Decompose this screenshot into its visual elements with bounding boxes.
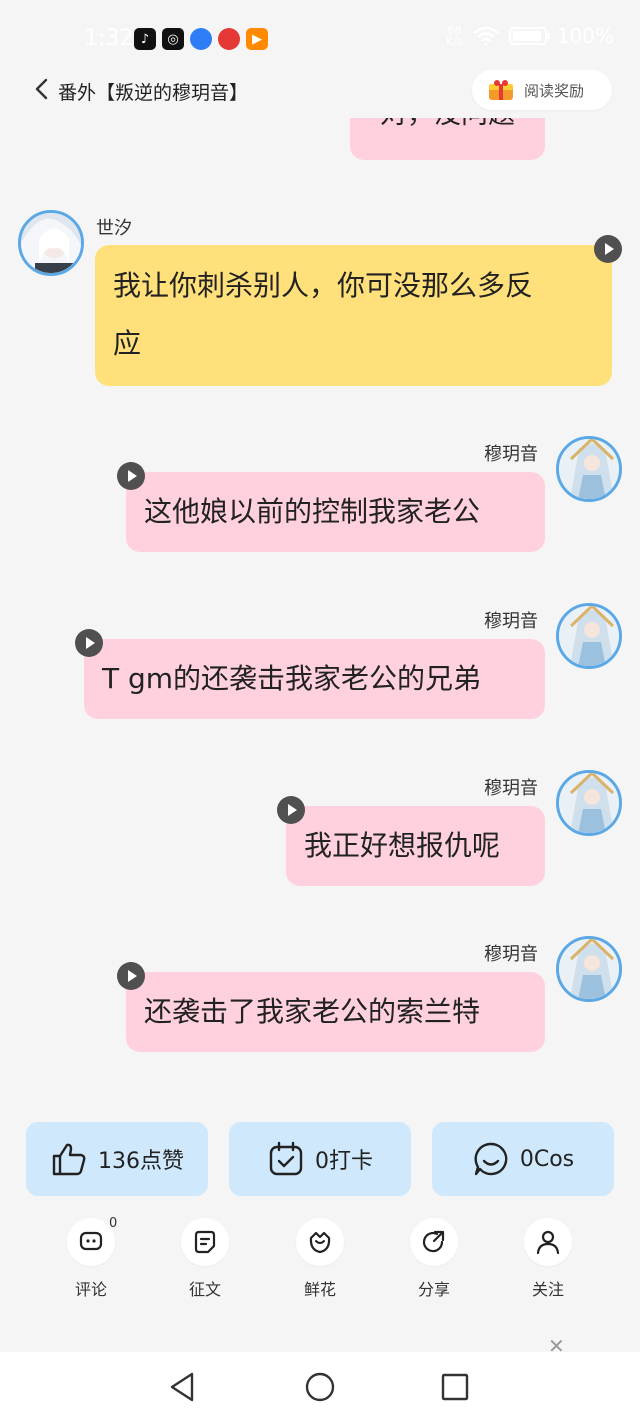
status-bar: 1:32 ♪ ◎ ▶ 68 K/s 100%	[0, 0, 640, 70]
avatar-image	[21, 213, 81, 273]
tool-row: 0 评论 征文 鲜花 分享 关注	[0, 1216, 640, 1300]
comment-label: 评论	[74, 1280, 107, 1299]
avatar-muyueyin[interactable]	[556, 436, 622, 502]
battery-icon	[508, 27, 550, 45]
browser-icon	[190, 28, 212, 50]
reading-reward-label: 阅读奖励	[524, 81, 585, 100]
avatar-image	[559, 939, 619, 999]
avatar-muyueyin[interactable]	[556, 936, 622, 1002]
avatar-image	[559, 439, 619, 499]
like-button[interactable]: 136点赞	[26, 1122, 208, 1196]
nav-recents-icon[interactable]	[438, 1370, 472, 1404]
nav-back-icon[interactable]	[166, 1370, 200, 1404]
avatar-image	[559, 773, 619, 833]
battery-level: 100%	[556, 24, 614, 48]
reading-reward-button[interactable]: 阅读奖励	[472, 70, 612, 110]
wifi-icon	[473, 26, 499, 46]
system-nav-bar	[0, 1352, 640, 1422]
like-label: 136点赞	[98, 1149, 184, 1174]
play-audio-icon[interactable]	[74, 628, 104, 658]
avatar-image	[559, 606, 619, 666]
document-icon	[194, 1230, 216, 1254]
calendar-check-icon	[269, 1141, 303, 1176]
comment-button[interactable]: 0 评论	[61, 1216, 121, 1300]
message-bubble[interactable]: 我让你刺杀别人，你可没那么多反 应	[95, 245, 612, 386]
status-indicators: 68 K/s 100%	[446, 24, 614, 48]
chat-area: 对，没问题 世汐 我让你刺杀别人，你可没那么多反 应 穆玥音 这他娘以前的控制我…	[0, 118, 640, 1118]
play-audio-icon[interactable]	[116, 961, 146, 991]
message-bubble[interactable]: 还袭击了我家老公的索兰特	[126, 972, 545, 1052]
follow-button[interactable]: 关注	[518, 1218, 578, 1300]
cos-button[interactable]: 0Cos	[432, 1122, 614, 1196]
comment-icon	[79, 1231, 103, 1251]
essay-label: 征文	[188, 1280, 221, 1299]
message-line: 应	[113, 327, 142, 360]
follow-label: 关注	[531, 1280, 564, 1299]
sender-name: 世汐	[96, 218, 132, 239]
sender-name: 穆玥音	[484, 944, 538, 965]
comment-count: 0	[109, 1216, 118, 1231]
action-row: 136点赞 0打卡 0Cos	[0, 1122, 640, 1196]
tiktok-icon: ♪	[134, 28, 156, 50]
flower-button[interactable]: 鲜花	[290, 1218, 350, 1300]
net-speed: 68 K/s	[446, 24, 463, 48]
message-bubble[interactable]: T gm的还袭击我家老公的兄弟	[84, 639, 545, 719]
message-line: 我正好想报仇呢	[304, 829, 501, 862]
message-bubble[interactable]: 我正好想报仇呢	[286, 806, 545, 886]
sender-name: 穆玥音	[484, 444, 538, 465]
play-audio-icon[interactable]	[593, 234, 623, 264]
header: 番外【叛逆的穆玥音】 阅读奖励	[0, 62, 640, 118]
message-line: T gm的还袭击我家老公的兄弟	[102, 662, 482, 695]
share-label: 分享	[417, 1280, 450, 1299]
sender-name: 穆玥音	[484, 611, 538, 632]
flower-icon	[309, 1231, 331, 1254]
chat-bubble-partial: 对，没问题	[350, 118, 545, 160]
avatar-muyueyin[interactable]	[556, 603, 622, 669]
share-button[interactable]: 分享	[404, 1218, 464, 1300]
checkin-button[interactable]: 0打卡	[229, 1122, 411, 1196]
chat-smile-icon	[474, 1142, 508, 1176]
video-icon: ▶	[246, 28, 268, 50]
message-bubble[interactable]: 这他娘以前的控制我家老公	[126, 472, 545, 552]
play-audio-icon[interactable]	[276, 795, 306, 825]
thumbs-up-icon	[52, 1143, 86, 1176]
cos-label: 0Cos	[519, 1146, 575, 1172]
message-line: 我让你刺杀别人，你可没那么多反	[113, 269, 534, 302]
gift-icon	[489, 80, 513, 100]
avatar-shixi[interactable]	[18, 210, 84, 276]
play-audio-icon[interactable]	[116, 461, 146, 491]
app-icon: ◎	[162, 28, 184, 50]
flower-label: 鲜花	[303, 1280, 336, 1299]
user-icon	[536, 1230, 560, 1255]
status-time: 1:32	[84, 26, 134, 51]
essay-button[interactable]: 征文	[175, 1218, 235, 1300]
sender-name: 穆玥音	[484, 778, 538, 799]
avatar-muyueyin[interactable]	[556, 770, 622, 836]
message-line: 还袭击了我家老公的索兰特	[144, 995, 481, 1028]
message-line: 这他娘以前的控制我家老公	[144, 495, 481, 528]
checkin-label: 0打卡	[315, 1149, 373, 1174]
music-icon	[218, 28, 240, 50]
nav-home-icon[interactable]	[303, 1370, 337, 1404]
chevron-left-icon[interactable]	[30, 76, 56, 102]
status-app-icons: ♪ ◎ ▶	[134, 28, 268, 50]
share-icon	[422, 1230, 445, 1253]
page-title: 番外【叛逆的穆玥音】	[58, 82, 249, 104]
